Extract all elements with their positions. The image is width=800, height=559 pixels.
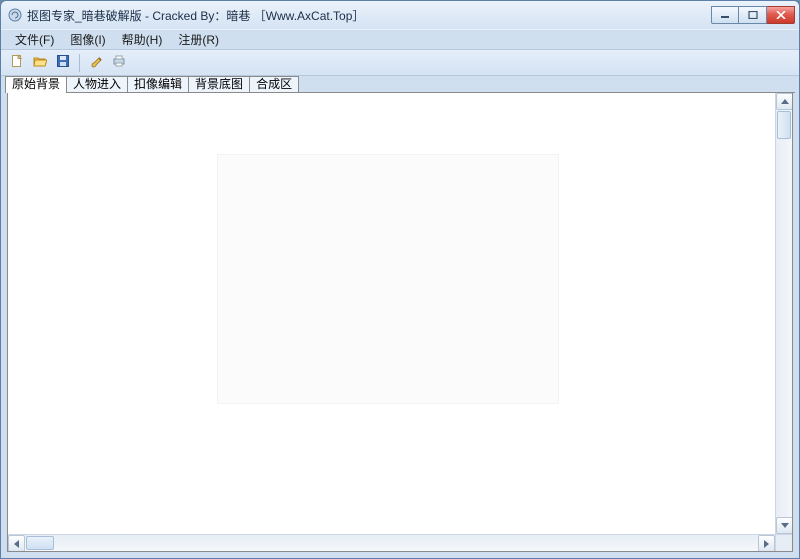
image-placeholder (218, 155, 558, 403)
tool-brush[interactable] (86, 53, 106, 73)
brush-icon (89, 54, 103, 71)
new-file-icon (10, 54, 24, 71)
horizontal-scrollbar[interactable] (8, 534, 775, 551)
titlebar[interactable]: 抠图专家_暗巷破解版 - Cracked By：暗巷 ［Www.AxCat.To… (1, 1, 799, 29)
tab-person-import[interactable]: 人物进入 (66, 76, 128, 92)
chevron-left-icon (14, 540, 19, 548)
tab-original-bg[interactable]: 原始背景 (5, 76, 67, 93)
window-controls (711, 6, 795, 24)
scroll-right-button[interactable] (758, 535, 775, 552)
app-icon (7, 7, 23, 23)
tab-strip: 原始背景 人物进入 扣像编辑 背景底图 合成区 (1, 76, 799, 92)
menubar: 文件(F) 图像(I) 帮助(H) 注册(R) (1, 29, 799, 50)
tool-print[interactable] (109, 53, 129, 73)
client-area (1, 92, 799, 558)
toolbar (1, 50, 799, 76)
scroll-down-button[interactable] (776, 517, 793, 534)
tab-cutout-edit[interactable]: 扣像编辑 (127, 76, 189, 92)
toolbar-separator (79, 54, 80, 72)
menu-image[interactable]: 图像(I) (62, 29, 113, 50)
scroll-left-button[interactable] (8, 535, 25, 552)
scroll-up-button[interactable] (776, 93, 793, 110)
tool-open[interactable] (30, 53, 50, 73)
window-title: 抠图专家_暗巷破解版 - Cracked By：暗巷 ［Www.AxCat.To… (27, 7, 364, 24)
chevron-up-icon (781, 99, 789, 104)
minimize-button[interactable] (711, 6, 739, 24)
tab-compose[interactable]: 合成区 (249, 76, 299, 92)
scroll-corner (775, 534, 792, 551)
open-folder-icon (33, 54, 47, 71)
chevron-right-icon (764, 540, 769, 548)
menu-file[interactable]: 文件(F) (7, 29, 62, 50)
tool-save[interactable] (53, 53, 73, 73)
menu-register[interactable]: 注册(R) (170, 29, 227, 50)
vertical-scroll-thumb[interactable] (777, 111, 791, 139)
tab-bg-base[interactable]: 背景底图 (188, 76, 250, 92)
close-button[interactable] (767, 6, 795, 24)
vertical-scrollbar[interactable] (775, 93, 792, 534)
app-window: 抠图专家_暗巷破解版 - Cracked By：暗巷 ［Www.AxCat.To… (0, 0, 800, 559)
canvas-frame (7, 92, 793, 552)
chevron-down-icon (781, 523, 789, 528)
canvas-viewport[interactable] (8, 93, 775, 534)
print-icon (112, 54, 126, 71)
tool-new[interactable] (7, 53, 27, 73)
save-disk-icon (56, 54, 70, 71)
maximize-button[interactable] (739, 6, 767, 24)
menu-help[interactable]: 帮助(H) (114, 29, 171, 50)
horizontal-scroll-thumb[interactable] (26, 536, 54, 550)
